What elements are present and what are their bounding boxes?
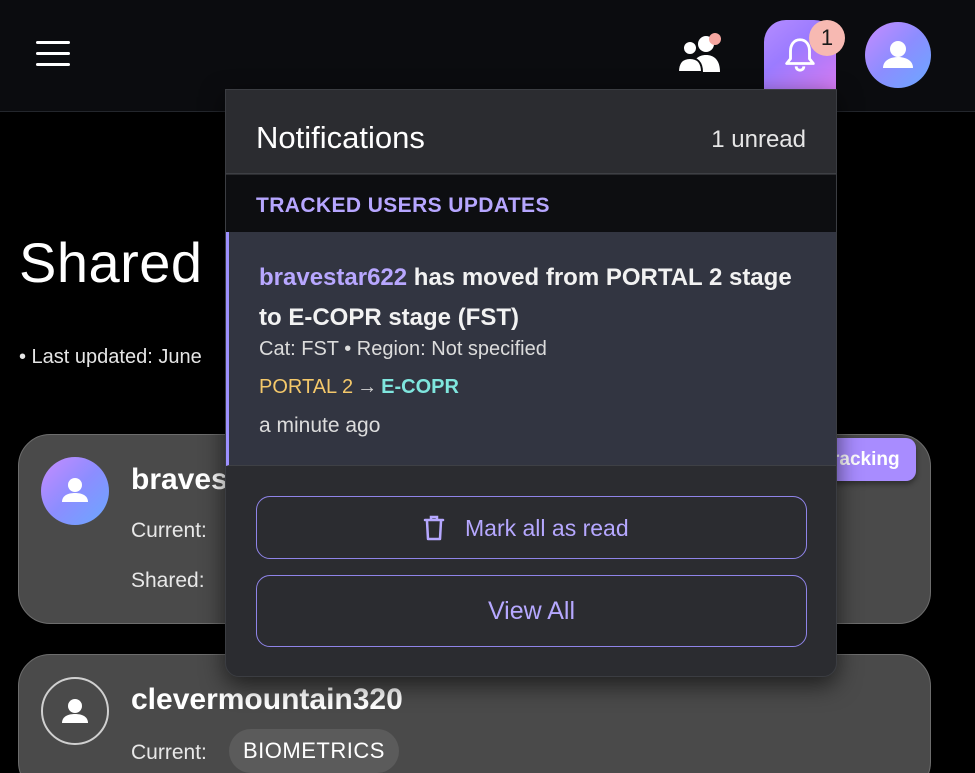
- notifications-panel: Notifications 1 unread TRACKED USERS UPD…: [225, 89, 837, 677]
- shared-label: Shared:: [131, 569, 205, 592]
- section-header: TRACKED USERS UPDATES: [226, 175, 836, 232]
- view-all-label: View All: [487, 596, 576, 625]
- people-indicator-dot: [709, 33, 721, 45]
- view-all-button[interactable]: View All: [256, 575, 807, 647]
- user-icon: [883, 41, 913, 68]
- section-title: TRACKED USERS UPDATES: [256, 194, 550, 217]
- hamburger-menu-icon[interactable]: [36, 40, 72, 68]
- card-username: braves: [131, 463, 228, 496]
- notification-timestamp: a minute ago: [259, 414, 381, 437]
- avatar: [41, 457, 109, 525]
- notification-username[interactable]: bravestar622: [259, 264, 407, 291]
- current-label: Current:: [131, 741, 207, 764]
- current-stage-chip: BIOMETRICS: [229, 729, 399, 773]
- mark-all-read-label: Mark all as read: [465, 515, 629, 541]
- avatar: [41, 677, 109, 745]
- arrow-icon: →: [357, 376, 378, 398]
- notification-message: bravestar622 has moved from PORTAL 2 sta…: [259, 258, 799, 338]
- to-stage: E-COPR: [381, 376, 459, 398]
- notification-meta: Cat: FST • Region: Not specified: [259, 338, 547, 360]
- user-icon: [62, 478, 88, 502]
- last-updated-text: • Last updated: June: [19, 346, 202, 368]
- notification-item[interactable]: bravestar622 has moved from PORTAL 2 sta…: [226, 232, 836, 466]
- page-title: Shared: [19, 231, 203, 294]
- stage-transition: PORTAL 2 → E-COPR: [259, 376, 459, 399]
- mark-all-read-button[interactable]: Mark all as read: [256, 496, 807, 559]
- notification-count-badge: 1: [809, 20, 845, 56]
- from-stage: PORTAL 2: [259, 376, 354, 398]
- profile-avatar-button[interactable]: [865, 22, 931, 88]
- notifications-title: Notifications: [256, 120, 425, 155]
- unread-count: 1 unread: [711, 126, 806, 153]
- notifications-header: Notifications 1 unread: [226, 90, 836, 174]
- user-icon: [62, 699, 88, 723]
- current-label: Current:: [131, 519, 207, 542]
- card-username: clevermountain320: [131, 683, 403, 716]
- trash-icon: [423, 515, 445, 541]
